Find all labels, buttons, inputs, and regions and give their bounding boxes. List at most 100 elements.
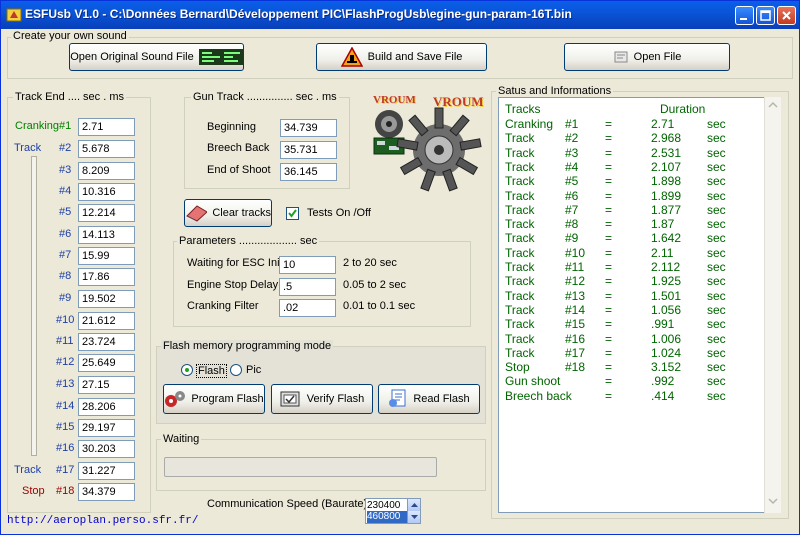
track-end-input[interactable] bbox=[78, 354, 135, 372]
status-row-equals: = bbox=[605, 288, 613, 303]
track-end-input[interactable] bbox=[78, 440, 135, 458]
comm-speed-label: Communication Speed (Baurate) bbox=[207, 498, 368, 510]
status-scrollbar[interactable] bbox=[764, 97, 781, 513]
comm-speed-option-460800[interactable]: 460800 bbox=[367, 511, 407, 523]
track-end-input[interactable] bbox=[78, 268, 135, 286]
status-row: Track #6 = 1.899 sec bbox=[505, 189, 775, 203]
engine-stop-input[interactable] bbox=[279, 278, 336, 296]
status-row: Track #4 = 2.107 sec bbox=[505, 160, 775, 174]
status-row-name: Track bbox=[505, 131, 535, 146]
track-end-input[interactable] bbox=[78, 398, 135, 416]
engine-stop-range: 0.05 to 2 sec bbox=[343, 279, 406, 291]
close-button[interactable] bbox=[777, 6, 796, 25]
status-row-number: #17 bbox=[565, 345, 586, 360]
status-row-name: Track bbox=[505, 174, 535, 189]
track-slider[interactable] bbox=[31, 156, 37, 456]
track-end-input[interactable] bbox=[78, 162, 135, 180]
scroll-down-icon[interactable] bbox=[767, 495, 779, 507]
status-row-unit: sec bbox=[707, 245, 726, 260]
status-row-equals: = bbox=[605, 345, 613, 360]
beginning-input[interactable] bbox=[280, 119, 337, 137]
status-row-unit: sec bbox=[707, 131, 726, 146]
track-number-label: #4 bbox=[59, 185, 72, 197]
track-end-input[interactable] bbox=[78, 376, 135, 394]
track-number-label: #14 bbox=[56, 400, 75, 412]
open-original-sound-button[interactable]: Open Original Sound File bbox=[69, 43, 244, 71]
tests-checkbox[interactable] bbox=[286, 207, 299, 220]
beginning-label: Beginning bbox=[207, 121, 256, 133]
esc-init-input[interactable] bbox=[279, 256, 336, 274]
pic-radio[interactable] bbox=[230, 364, 242, 376]
track-number-label: #10 bbox=[56, 314, 75, 326]
track-number-label: #6 bbox=[59, 228, 72, 240]
status-row-name: Gun shoot bbox=[505, 374, 561, 389]
open-file-button[interactable]: Open File bbox=[564, 43, 730, 71]
status-row-unit: sec bbox=[707, 159, 726, 174]
track-end-input[interactable] bbox=[78, 247, 135, 265]
read-flash-button[interactable]: Read Flash bbox=[378, 384, 480, 414]
breech-back-input[interactable] bbox=[280, 141, 337, 159]
status-row-unit: sec bbox=[707, 117, 726, 131]
track-number-label: #11 bbox=[56, 335, 74, 347]
build-save-file-button[interactable]: Build and Save File bbox=[316, 43, 487, 71]
comm-speed-option-230400[interactable]: 230400 bbox=[367, 500, 407, 511]
track-end-input[interactable] bbox=[78, 419, 135, 437]
track-end-input[interactable] bbox=[78, 462, 135, 480]
status-row-value: 1.87 bbox=[651, 217, 675, 232]
status-row-name: Track bbox=[505, 217, 535, 232]
track-end-input[interactable] bbox=[78, 183, 135, 201]
program-flash-button[interactable]: Program Flash bbox=[163, 384, 265, 414]
track-end-input[interactable] bbox=[78, 483, 135, 501]
status-row-value: 1.642 bbox=[651, 231, 682, 246]
status-row-unit: sec bbox=[707, 331, 726, 346]
status-row: Track #5 = 1.898 sec bbox=[505, 174, 775, 188]
spin-down-button[interactable] bbox=[407, 511, 420, 523]
status-row-name: Stop bbox=[505, 360, 530, 375]
track-end-input[interactable] bbox=[78, 290, 135, 308]
status-row-name: Track bbox=[505, 345, 535, 360]
end-of-shoot-input[interactable] bbox=[280, 163, 337, 181]
scroll-up-icon[interactable] bbox=[767, 99, 779, 111]
cranking-filter-input[interactable] bbox=[279, 299, 336, 317]
status-row-value: .991 bbox=[651, 317, 675, 332]
status-row-value: 2.107 bbox=[651, 159, 682, 174]
track-number-label: #15 bbox=[56, 421, 75, 433]
title-bar[interactable]: ESFUsb V1.0 - C:\Données Bernard\Dévelop… bbox=[1, 1, 799, 29]
track-end-input[interactable] bbox=[78, 226, 135, 244]
vroum-text-left: VROUM bbox=[373, 94, 416, 106]
status-row-value: 2.531 bbox=[651, 145, 682, 160]
status-row-number: #11 bbox=[565, 260, 585, 274]
status-row-value: 1.898 bbox=[651, 174, 682, 189]
status-row-unit: sec bbox=[707, 345, 726, 360]
status-row-unit: sec bbox=[707, 360, 726, 375]
radial-engine-icon bbox=[373, 107, 482, 192]
track-end-input[interactable] bbox=[78, 204, 135, 222]
spin-up-button[interactable] bbox=[407, 499, 420, 511]
sound-file-icon bbox=[198, 49, 243, 65]
gears-icon bbox=[165, 391, 186, 407]
verify-flash-button[interactable]: Verify Flash bbox=[271, 384, 373, 414]
comm-speed-listbox[interactable]: 230400 460800 bbox=[365, 498, 421, 524]
track-end-input[interactable] bbox=[78, 333, 135, 351]
track-number-label: #7 bbox=[59, 249, 72, 261]
flash-mode-label: Flash memory programming mode bbox=[161, 340, 334, 352]
track-end-input[interactable] bbox=[78, 140, 135, 158]
website-url[interactable]: http://aeroplan.perso.sfr.fr/ bbox=[7, 515, 198, 527]
track-number-label: #17 bbox=[56, 464, 75, 476]
status-header-duration: Duration bbox=[660, 102, 706, 116]
status-row-equals: = bbox=[605, 302, 613, 317]
clear-tracks-button[interactable]: Clear tracks bbox=[184, 199, 272, 227]
open-original-label: Open Original Sound File bbox=[70, 51, 194, 63]
track-end-input[interactable] bbox=[78, 118, 135, 136]
status-row-equals: = bbox=[605, 188, 613, 203]
track-end-input[interactable] bbox=[78, 312, 135, 330]
track-name-label: Track bbox=[14, 464, 42, 476]
status-row-equals: = bbox=[605, 360, 613, 375]
status-row: Track #7 = 1.877 sec bbox=[505, 203, 775, 217]
minimize-button[interactable] bbox=[735, 6, 754, 25]
status-row-value: .992 bbox=[651, 374, 675, 389]
read-icon bbox=[389, 389, 406, 407]
status-textarea[interactable]: Tracks Duration Cranking #1 = 2.71 sec Track #… bbox=[498, 97, 781, 513]
maximize-button[interactable] bbox=[756, 6, 775, 25]
flash-radio[interactable] bbox=[181, 364, 193, 376]
